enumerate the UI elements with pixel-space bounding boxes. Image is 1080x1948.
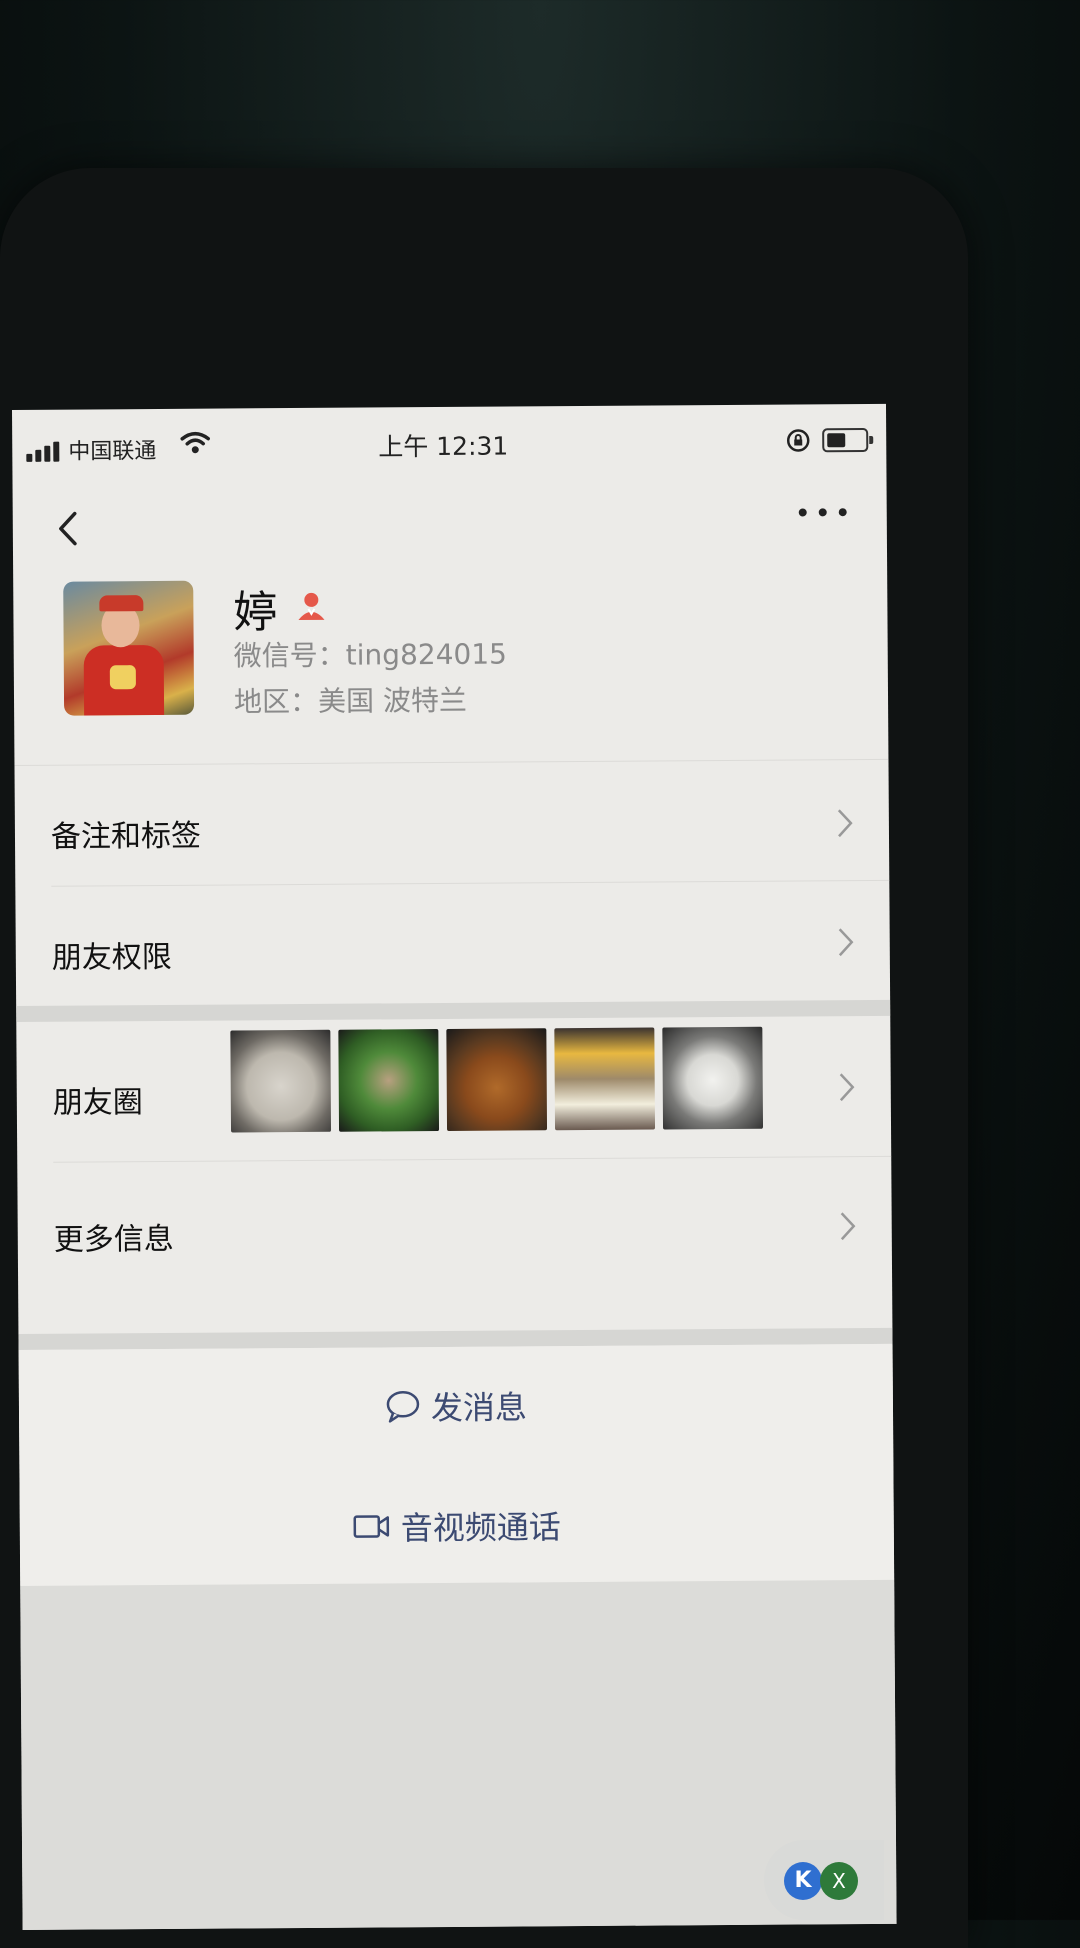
avatar[interactable] — [63, 580, 195, 716]
status-bar: 中国联通 上午 12:31 — [12, 404, 886, 480]
chevron-right-icon — [839, 1073, 855, 1102]
action-section: 发消息 音视频通话 — [18, 1343, 895, 1586]
battery-icon — [822, 428, 874, 453]
moments-photo — [338, 1029, 440, 1132]
send-message-label: 发消息 — [430, 1388, 528, 1428]
more-info-label: 更多信息 — [53, 1221, 174, 1258]
moments-photo — [554, 1027, 656, 1131]
chevron-right-icon — [840, 1212, 856, 1241]
wifi-icon — [180, 431, 210, 454]
assistant-k-badge[interactable]: K — [784, 1862, 822, 1900]
orientation-lock-icon — [786, 429, 810, 452]
carrier-name: 中国联通 — [68, 438, 157, 465]
remark-and-tags-row[interactable]: 备注和标签 — [14, 760, 889, 886]
contact-profile-screen: 中国联通 上午 12:31 婷 微信号：ting824015 地区：美国 波特兰 — [12, 403, 897, 1930]
assistant-x-badge[interactable]: X — [820, 1862, 858, 1900]
contact-name: 婷 — [233, 587, 278, 639]
chat-bubble-icon — [386, 1391, 420, 1423]
video-camera-icon — [353, 1515, 390, 1538]
status-time: 上午 12:31 — [378, 431, 509, 462]
moments-photo — [446, 1028, 548, 1131]
back-chevron-icon[interactable] — [49, 503, 89, 553]
send-message-button[interactable]: 发消息 — [19, 1380, 893, 1432]
female-person-icon — [298, 592, 325, 621]
chevron-right-icon — [838, 928, 854, 957]
remark-and-tags-label: 备注和标签 — [50, 818, 202, 855]
video-call-label: 音视频通话 — [400, 1508, 561, 1548]
more-info-row[interactable]: 更多信息 — [17, 1157, 892, 1333]
more-options-icon[interactable] — [795, 492, 851, 532]
wechat-id: 微信号：ting824015 — [233, 637, 508, 673]
chevron-right-icon — [837, 809, 853, 838]
moments-thumbnails[interactable] — [230, 1026, 764, 1133]
video-call-button[interactable]: 音视频通话 — [20, 1500, 894, 1552]
friend-permissions-row[interactable]: 朋友权限 — [15, 881, 890, 1005]
floating-assistant-widget[interactable]: K X — [764, 1840, 884, 1920]
moments-label: 朋友圈 — [52, 1085, 143, 1121]
moments-photo — [662, 1026, 764, 1130]
moments-photo — [230, 1029, 332, 1133]
friend-permissions-label: 朋友权限 — [51, 939, 172, 976]
signal-icon — [26, 440, 70, 462]
region: 地区：美国 波特兰 — [233, 683, 468, 719]
